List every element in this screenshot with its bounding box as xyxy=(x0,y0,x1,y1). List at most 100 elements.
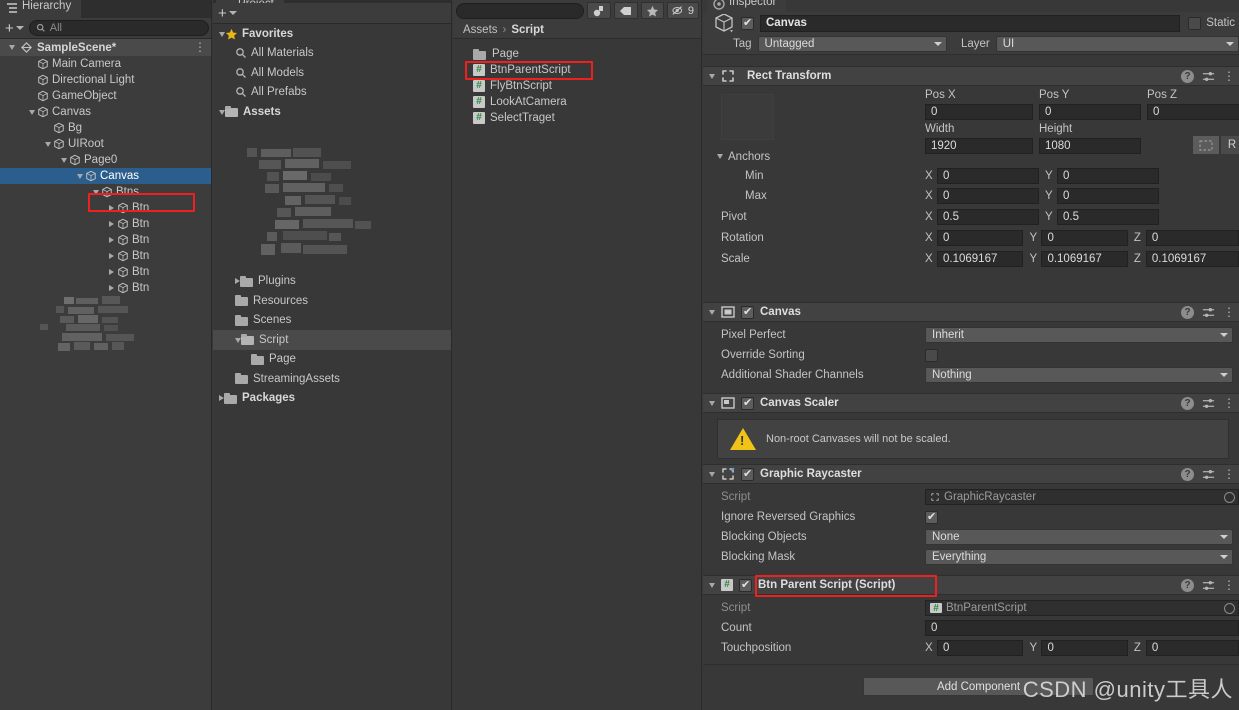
rect-transform-header[interactable]: Rect Transform ? ⋮ xyxy=(703,66,1239,86)
asset-search-input[interactable] xyxy=(456,2,584,19)
project-item-page[interactable]: Page xyxy=(213,350,452,370)
btn-parent-script-header[interactable]: Btn Parent Script (Script) ? ⋮ xyxy=(703,575,1239,597)
hierarchy-item-btns[interactable]: Btns xyxy=(0,184,212,200)
create-object-button[interactable]: + xyxy=(3,20,26,37)
blocking-objects-dropdown[interactable]: None xyxy=(925,529,1233,545)
collapse-twisty-icon[interactable] xyxy=(709,471,715,477)
anchors-twisty-icon[interactable] xyxy=(717,154,723,159)
pivot-y-field[interactable]: 0.5 xyxy=(1057,208,1159,225)
pos-x-field[interactable]: 0 xyxy=(925,104,1033,120)
hierarchy-item-btn[interactable]: Btn xyxy=(0,232,212,248)
preset-settings-icon[interactable] xyxy=(1202,306,1215,319)
hierarchy-item-directional-light[interactable]: Directional Light xyxy=(0,72,212,88)
touchposition-z-field[interactable]: 0 xyxy=(1145,640,1239,656)
override-sorting-checkbox[interactable] xyxy=(925,348,938,362)
height-field[interactable]: 1080 xyxy=(1039,138,1141,154)
graphic-raycaster-enabled-checkbox[interactable] xyxy=(741,467,754,481)
object-name-field[interactable]: Canvas xyxy=(760,14,1181,32)
canvas-scaler-header[interactable]: Canvas Scaler ? ⋮ xyxy=(703,393,1239,413)
label-filter-button[interactable] xyxy=(613,2,638,19)
scale-x-field[interactable]: 0.1069167 xyxy=(937,250,1024,267)
project-item-all-materials[interactable]: All Materials xyxy=(213,44,452,64)
hierarchy-item-canvas[interactable]: Canvas xyxy=(0,104,212,120)
twisty-right-icon[interactable] xyxy=(106,218,117,230)
canvas-scaler-enabled-checkbox[interactable] xyxy=(741,396,754,410)
rotation-z-field[interactable]: 0 xyxy=(1145,229,1239,246)
twisty-right-icon[interactable] xyxy=(106,282,117,294)
help-icon[interactable]: ? xyxy=(1181,69,1194,83)
twisty-down-icon[interactable] xyxy=(42,138,53,150)
hierarchy-item-main-camera[interactable]: Main Camera xyxy=(0,56,212,72)
anchor-max-y-field[interactable]: 0 xyxy=(1057,188,1159,204)
preset-settings-icon[interactable] xyxy=(1202,468,1215,481)
hidden-objects-button[interactable]: 9 xyxy=(666,2,699,19)
pos-y-field[interactable]: 0 xyxy=(1039,104,1141,120)
project-item-assets[interactable]: Assets xyxy=(213,102,452,122)
object-enabled-checkbox[interactable] xyxy=(741,16,754,30)
anchor-max-x-field[interactable]: 0 xyxy=(937,188,1039,204)
component-menu-icon[interactable]: ⋮ xyxy=(1223,468,1235,480)
asset-item-page[interactable]: Page xyxy=(453,46,702,62)
component-menu-icon[interactable]: ⋮ xyxy=(1223,579,1235,591)
bps-script-objectfield[interactable]: BtnParentScript xyxy=(925,600,1239,616)
raw-mode-button[interactable]: R xyxy=(1220,135,1239,155)
twisty-down-icon[interactable] xyxy=(90,186,101,198)
asset-item-btnparentscript[interactable]: BtnParentScript xyxy=(453,62,702,78)
graphic-raycaster-header[interactable]: Graphic Raycaster ? ⋮ xyxy=(703,464,1239,484)
blueprint-mode-button[interactable] xyxy=(1192,135,1220,155)
tab-hierarchy[interactable]: Hierarchy xyxy=(0,0,82,18)
pivot-x-field[interactable]: 0.5 xyxy=(937,208,1039,225)
twisty-down-icon[interactable] xyxy=(74,170,85,182)
blocking-mask-dropdown[interactable]: Everything xyxy=(925,549,1233,565)
preset-settings-icon[interactable] xyxy=(1202,579,1215,592)
hierarchy-item-canvas[interactable]: Canvas xyxy=(0,168,212,184)
twisty-down-icon[interactable] xyxy=(26,106,37,118)
collapse-twisty-icon[interactable] xyxy=(709,73,715,79)
hierarchy-item-bg[interactable]: Bg xyxy=(0,120,212,136)
collapse-twisty-icon[interactable] xyxy=(709,400,715,406)
pixel-perfect-dropdown[interactable]: Inherit xyxy=(925,327,1233,343)
scale-y-field[interactable]: 0.1069167 xyxy=(1041,250,1128,267)
object-filter-button[interactable] xyxy=(586,2,611,19)
hierarchy-item-btn[interactable]: Btn xyxy=(0,280,212,296)
help-icon[interactable]: ? xyxy=(1181,396,1194,410)
collapse-twisty-icon[interactable] xyxy=(709,309,715,315)
component-menu-icon[interactable]: ⋮ xyxy=(1223,70,1235,82)
gr-script-objectfield[interactable]: GraphicRaycaster xyxy=(925,489,1239,505)
touchposition-x-field[interactable]: 0 xyxy=(937,640,1024,656)
project-item-script[interactable]: Script xyxy=(213,330,452,350)
layer-dropdown[interactable]: UI xyxy=(995,35,1239,52)
twisty-right-icon[interactable] xyxy=(106,250,117,262)
object-picker-icon[interactable] xyxy=(1224,602,1235,614)
hierarchy-item-btn[interactable]: Btn xyxy=(0,264,212,280)
breadcrumb-script[interactable]: Script xyxy=(511,24,544,36)
anchor-min-y-field[interactable]: 0 xyxy=(1057,168,1159,184)
scale-z-field[interactable]: 0.1069167 xyxy=(1145,250,1239,267)
hierarchy-item-uiroot[interactable]: UIRoot xyxy=(0,136,212,152)
preset-settings-icon[interactable] xyxy=(1202,70,1215,83)
hierarchy-item-btn[interactable]: Btn xyxy=(0,248,212,264)
project-create-button[interactable]: + xyxy=(216,5,239,22)
object-picker-icon[interactable] xyxy=(1224,491,1235,503)
shader-channels-dropdown[interactable]: Nothing xyxy=(925,367,1233,383)
ignore-reversed-checkbox[interactable] xyxy=(925,510,938,524)
count-field[interactable]: 0 xyxy=(925,620,1239,636)
canvas-enabled-checkbox[interactable] xyxy=(741,305,754,319)
twisty-right-icon[interactable] xyxy=(106,234,117,246)
project-item-packages[interactable]: Packages xyxy=(213,389,452,409)
asset-item-selecttraget[interactable]: SelectTraget xyxy=(453,110,702,126)
touchposition-y-field[interactable]: 0 xyxy=(1041,640,1128,656)
hierarchy-item-btn[interactable]: Btn xyxy=(0,200,212,216)
rotation-y-field[interactable]: 0 xyxy=(1041,229,1128,246)
breadcrumb-assets[interactable]: Assets xyxy=(463,24,498,36)
twisty-down-icon[interactable] xyxy=(58,154,69,166)
scene-twisty-icon[interactable] xyxy=(9,45,15,50)
tab-inspector[interactable]: Inspector xyxy=(707,0,787,14)
collapse-twisty-icon[interactable] xyxy=(709,582,715,588)
project-item-scenes[interactable]: Scenes xyxy=(213,311,452,331)
project-item-resources[interactable]: Resources xyxy=(213,291,452,311)
twisty-right-icon[interactable] xyxy=(106,266,117,278)
hierarchy-item-gameobject[interactable]: GameObject xyxy=(0,88,212,104)
hierarchy-item-btn[interactable]: Btn xyxy=(0,216,212,232)
help-icon[interactable]: ? xyxy=(1181,578,1194,592)
